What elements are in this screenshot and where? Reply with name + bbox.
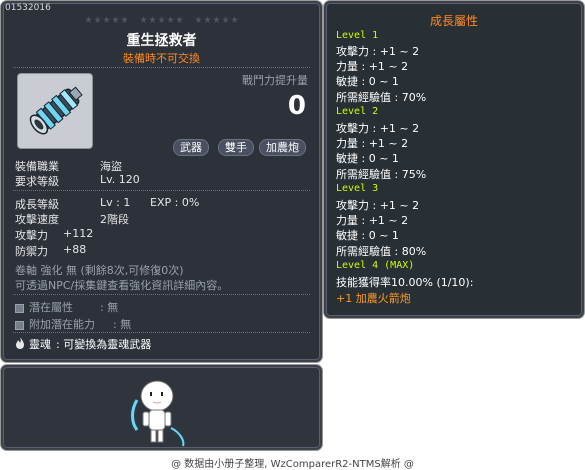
growth-level-label: 成長等級 [15, 198, 59, 211]
divider [13, 190, 310, 192]
skill-bonus: +1 加農火箭炮 [336, 292, 411, 305]
growth-properties-title: 成長屬性 [429, 14, 478, 28]
star-icon [140, 16, 147, 23]
level-1-line: 力量 : +1 ~ 2 [336, 60, 409, 73]
level-4-heading: Level 4 (MAX) [336, 260, 415, 271]
upgrade-hint: 可透過NPC/採集鍵查看強化資訊詳細內容。 [15, 279, 229, 292]
attack-speed-label: 攻擊速度 [15, 213, 59, 226]
combat-power-value: 0 [287, 91, 306, 121]
level-3-heading: Level 3 [336, 183, 379, 194]
additional-potential-grade-icon [15, 320, 24, 330]
level-1-line: 所需經驗值 : 70% [336, 91, 427, 104]
divider [13, 294, 310, 296]
additional-potential-value: : 無 [113, 318, 132, 331]
flame-icon [16, 337, 24, 349]
attack-speed-value: 2階段 [100, 213, 129, 226]
soul-label: 靈魂 [29, 338, 51, 351]
tag-weapon: 武器 [173, 139, 209, 156]
star-icon [195, 16, 202, 23]
upgrade-info: 卷軸 強化 無 (剩餘8次,可修復0次) [15, 264, 184, 277]
level-1-heading: Level 1 [336, 30, 379, 41]
level-2-heading: Level 2 [336, 106, 379, 117]
star-icon [167, 16, 174, 23]
star-icon [176, 16, 183, 23]
star-icon [213, 16, 220, 23]
soul-value: : 可變換為靈魂武器 [56, 338, 152, 351]
level-2-line: 攻擊力 : +1 ~ 2 [336, 122, 420, 135]
attack-label: 攻擊力 [15, 229, 48, 242]
defense-label: 防禦力 [15, 245, 48, 258]
req-level-label: 要求等級 [15, 175, 59, 188]
star-icon [85, 16, 92, 23]
item-icon-frame [17, 73, 93, 149]
combat-power-label: 戰鬥力提升量 [242, 74, 308, 87]
divider [13, 332, 310, 334]
additional-potential-row: 附加潛在能力 [15, 316, 95, 332]
level-4-line: 技能獲得率10.00% (1/10): [336, 276, 474, 289]
star-force-rating [3, 13, 320, 26]
potential-row: 潛在屬性 [15, 299, 73, 315]
item-name: 重生拯救者 [126, 33, 197, 49]
additional-potential-label: 附加潛在能力 [29, 318, 95, 331]
divider [13, 67, 310, 69]
tag-hand-cannon: 加農炮 [259, 139, 306, 156]
soul-row: 靈魂 [15, 336, 51, 352]
character-avatar [128, 380, 187, 447]
potential-value: : 無 [100, 301, 119, 314]
footer-credit: @ 数据由小册子整理, WzComparerR2-NTMS解析 @ [171, 459, 414, 470]
star-icon [121, 16, 128, 23]
item-tooltip-panel: 01532016 重生拯救者 裝備時不可交換 戰鬥力提升量 0 武器 雙手 加農… [1, 1, 322, 362]
growth-properties-panel: 成長屬性 Level 1 攻擊力 : +1 ~ 2 力量 : +1 ~ 2 敏捷… [324, 1, 584, 318]
defense-value: +88 [63, 243, 87, 256]
star-icon [204, 16, 211, 23]
tag-two-handed: 雙手 [218, 139, 254, 156]
req-level-value: Lv. 120 [100, 173, 140, 186]
level-3-line: 敏捷 : 0 ~ 1 [336, 229, 399, 242]
attack-value: +112 [63, 227, 94, 240]
untradable-notice: 裝備時不可交換 [123, 52, 200, 65]
star-icon [103, 16, 110, 23]
character-preview-panel [1, 365, 322, 450]
level-3-line: 力量 : +1 ~ 2 [336, 214, 409, 227]
star-icon [94, 16, 101, 23]
potential-label: 潛在屬性 [29, 301, 73, 314]
req-job-value: 海盜 [100, 160, 122, 173]
star-icon [222, 16, 229, 23]
level-2-line: 力量 : +1 ~ 2 [336, 137, 409, 150]
growth-level-value: Lv : 1 [100, 196, 131, 209]
level-1-line: 攻擊力 : +1 ~ 2 [336, 45, 420, 58]
star-icon [158, 16, 165, 23]
level-3-line: 攻擊力 : +1 ~ 2 [336, 199, 420, 212]
star-icon [231, 16, 238, 23]
item-id: 01532016 [5, 3, 51, 13]
cannon-weapon-icon [29, 86, 83, 135]
potential-grade-icon [15, 303, 24, 313]
star-icon [112, 16, 119, 23]
level-2-line: 所需經驗值 : 75% [336, 168, 427, 181]
level-3-line: 所需經驗值 : 80% [336, 245, 427, 258]
req-job-label: 裝備職業 [15, 160, 59, 173]
star-icon [149, 16, 156, 23]
level-2-line: 敏捷 : 0 ~ 1 [336, 152, 399, 165]
growth-exp-value: EXP : 0% [150, 196, 200, 209]
level-1-line: 敏捷 : 0 ~ 1 [336, 75, 399, 88]
